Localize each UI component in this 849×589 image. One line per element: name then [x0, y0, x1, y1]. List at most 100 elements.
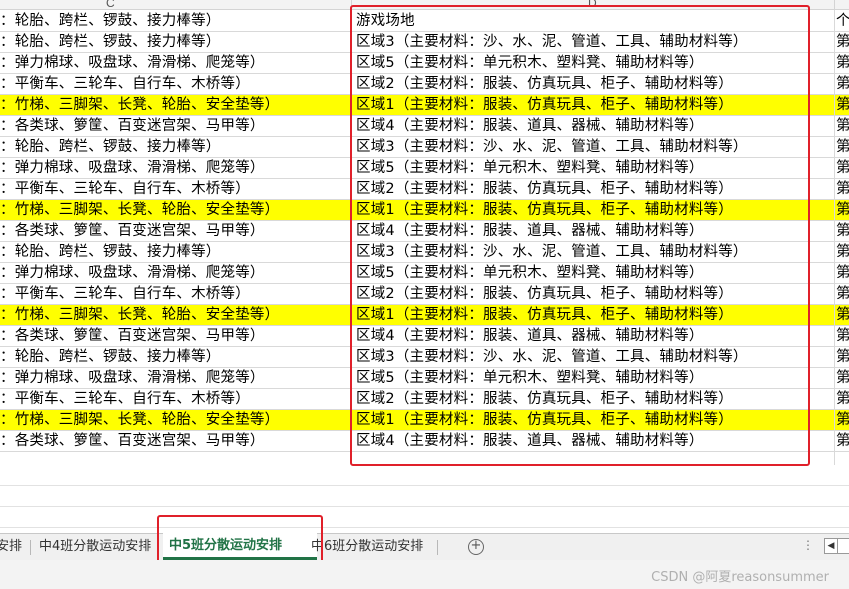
cell-c[interactable]: ：各类球、箩筐、百变迷宫架、马甲等）: [0, 431, 351, 452]
cell-c[interactable]: ：竹梯、三脚架、长凳、轮胎、安全垫等）: [0, 95, 351, 116]
table-row: ：弹力棉球、吸盘球、滑滑梯、爬笼等） 区域5（主要材料：单元积木、塑料凳、辅助材料…: [0, 368, 849, 389]
cell-c[interactable]: ：平衡车、三轮车、自行车、木桥等）: [0, 179, 351, 200]
cell-c[interactable]: ：弹力棉球、吸盘球、滑滑梯、爬笼等）: [0, 263, 351, 284]
cell-c[interactable]: ：竹梯、三脚架、长凳、轮胎、安全垫等）: [0, 305, 351, 326]
table-row: ：竹梯、三脚架、长凳、轮胎、安全垫等） 区域1（主要材料：服装、仿真玩具、柜子、辅…: [0, 305, 849, 326]
cell-e[interactable]: 第: [836, 368, 849, 389]
table-row: ：轮胎、跨栏、锣鼓、接力棒等） 区域3（主要材料：沙、水、泥、管道、工具、辅助材料…: [0, 242, 849, 263]
cell-d[interactable]: 区域2（主要材料：服装、仿真玩具、柜子、辅助材料等）: [356, 284, 834, 305]
column-letter-c[interactable]: C: [106, 0, 115, 9]
table-row: ：各类球、箩筐、百变迷宫架、马甲等） 区域4（主要材料：服装、道具、器械、辅助材料…: [0, 326, 849, 347]
empty-row[interactable]: [0, 507, 849, 528]
column-gridline: [351, 10, 352, 465]
cell-e[interactable]: 第: [836, 263, 849, 284]
sheet-tab-zhong4[interactable]: 中4班分散运动安排: [33, 534, 157, 560]
cell-c[interactable]: ：竹梯、三脚架、长凳、轮胎、安全垫等）: [0, 410, 351, 431]
table-row: ：竹梯、三脚架、长凳、轮胎、安全垫等） 区域1（主要材料：服装、仿真玩具、柜子、辅…: [0, 95, 849, 116]
cell-c[interactable]: ：弹力棉球、吸盘球、滑滑梯、爬笼等）: [0, 53, 351, 74]
cell-e[interactable]: 第: [836, 431, 849, 452]
cell-d[interactable]: 区域5（主要材料：单元积木、塑料凳、辅助材料等）: [356, 263, 834, 284]
table-row: ：平衡车、三轮车、自行车、木桥等） 区域2（主要材料：服装、仿真玩具、柜子、辅助材…: [0, 74, 849, 95]
cell-d[interactable]: 区域1（主要材料：服装、仿真玩具、柜子、辅助材料等）: [356, 95, 834, 116]
cell-c[interactable]: ：平衡车、三轮车、自行车、木桥等）: [0, 389, 351, 410]
cell-d[interactable]: 区域2（主要材料：服装、仿真玩具、柜子、辅助材料等）: [356, 179, 834, 200]
cell-e[interactable]: 第: [836, 179, 849, 200]
table-row: ：各类球、箩筐、百变迷宫架、马甲等） 区域4（主要材料：服装、道具、器械、辅助材料…: [0, 431, 849, 452]
cell-c[interactable]: ：平衡车、三轮车、自行车、木桥等）: [0, 284, 351, 305]
cell-c[interactable]: ：各类球、箩筐、百变迷宫架、马甲等）: [0, 116, 351, 137]
cell-e[interactable]: 第: [836, 53, 849, 74]
table-row: ：平衡车、三轮车、自行车、木桥等） 区域2（主要材料：服装、仿真玩具、柜子、辅助材…: [0, 284, 849, 305]
cell-c[interactable]: ：平衡车、三轮车、自行车、木桥等）: [0, 74, 351, 95]
sheet-tab-zhong6[interactable]: 中6班分散运动安排: [305, 534, 429, 560]
tab-separator: [437, 540, 438, 555]
cell-e[interactable]: 第: [836, 305, 849, 326]
cell-d[interactable]: 区域2（主要材料：服装、仿真玩具、柜子、辅助材料等）: [356, 74, 834, 95]
sheet-tab-prev[interactable]: 安排: [0, 534, 28, 560]
cell-e[interactable]: 第: [836, 32, 849, 53]
cell-d[interactable]: 游戏场地: [356, 11, 834, 32]
cell-e[interactable]: 第: [836, 158, 849, 179]
table-row: ：竹梯、三脚架、长凳、轮胎、安全垫等） 区域1（主要材料：服装、仿真玩具、柜子、辅…: [0, 410, 849, 431]
cell-e[interactable]: 第: [836, 74, 849, 95]
cell-d[interactable]: 区域3（主要材料：沙、水、泥、管道、工具、辅助材料等）: [356, 32, 834, 53]
cell-c[interactable]: ：轮胎、跨栏、锣鼓、接力棒等）: [0, 137, 351, 158]
table-row: ：平衡车、三轮车、自行车、木桥等） 区域2（主要材料：服装、仿真玩具、柜子、辅助材…: [0, 389, 849, 410]
cell-e[interactable]: 第: [836, 137, 849, 158]
column-separator[interactable]: [351, 0, 352, 9]
table-row: ：弹力棉球、吸盘球、滑滑梯、爬笼等） 区域5（主要材料：单元积木、塑料凳、辅助材料…: [0, 158, 849, 179]
cell-e[interactable]: 第: [836, 284, 849, 305]
cell-d[interactable]: 区域5（主要材料：单元积木、塑料凳、辅助材料等）: [356, 368, 834, 389]
cell-c[interactable]: ：轮胎、跨栏、锣鼓、接力棒等）: [0, 347, 351, 368]
cell-c[interactable]: ：弹力棉球、吸盘球、滑滑梯、爬笼等）: [0, 368, 351, 389]
cell-c[interactable]: ：弹力棉球、吸盘球、滑滑梯、爬笼等）: [0, 158, 351, 179]
ellipsis-icon[interactable]: ⋮: [802, 538, 815, 552]
cell-d[interactable]: 区域3（主要材料：沙、水、泥、管道、工具、辅助材料等）: [356, 242, 834, 263]
horizontal-scrollbar[interactable]: [838, 538, 849, 554]
cell-d[interactable]: 区域4（主要材料：服装、道具、器械、辅助材料等）: [356, 116, 834, 137]
cell-e[interactable]: 第: [836, 200, 849, 221]
column-separator[interactable]: [834, 0, 835, 9]
cell-e[interactable]: 个: [836, 11, 849, 32]
cell-d[interactable]: 区域3（主要材料：沙、水、泥、管道、工具、辅助材料等）: [356, 137, 834, 158]
column-header-bar: C D: [0, 0, 849, 10]
empty-row[interactable]: [0, 486, 849, 507]
cell-d[interactable]: 区域1（主要材料：服装、仿真玩具、柜子、辅助材料等）: [356, 305, 834, 326]
cell-c[interactable]: ：各类球、箩筐、百变迷宫架、马甲等）: [0, 221, 351, 242]
cell-d[interactable]: 区域4（主要材料：服装、道具、器械、辅助材料等）: [356, 431, 834, 452]
cell-d[interactable]: 区域2（主要材料：服装、仿真玩具、柜子、辅助材料等）: [356, 389, 834, 410]
tab-separator: [30, 540, 31, 555]
column-letter-d[interactable]: D: [588, 0, 597, 9]
table-row: ：平衡车、三轮车、自行车、木桥等） 区域2（主要材料：服装、仿真玩具、柜子、辅助材…: [0, 179, 849, 200]
cell-grid: ：轮胎、跨栏、锣鼓、接力棒等） 游戏场地个：轮胎、跨栏、锣鼓、接力棒等） 区域3（主…: [0, 10, 849, 465]
table-row: ：轮胎、跨栏、锣鼓、接力棒等） 区域3（主要材料：沙、水、泥、管道、工具、辅助材料…: [0, 347, 849, 368]
watermark: CSDN @阿夏reasonsummer: [651, 570, 829, 585]
cell-c[interactable]: ：轮胎、跨栏、锣鼓、接力棒等）: [0, 242, 351, 263]
cell-c[interactable]: ：竹梯、三脚架、长凳、轮胎、安全垫等）: [0, 200, 351, 221]
cell-e[interactable]: 第: [836, 347, 849, 368]
cell-e[interactable]: 第: [836, 242, 849, 263]
cell-e[interactable]: 第: [836, 410, 849, 431]
cell-d[interactable]: 区域4（主要材料：服装、道具、器械、辅助材料等）: [356, 221, 834, 242]
cell-e[interactable]: 第: [836, 221, 849, 242]
table-row: ：轮胎、跨栏、锣鼓、接力棒等） 游戏场地个: [0, 11, 849, 32]
table-row: ：轮胎、跨栏、锣鼓、接力棒等） 区域3（主要材料：沙、水、泥、管道、工具、辅助材料…: [0, 32, 849, 53]
sheet-tab-zhong5[interactable]: 中5班分散运动安排: [163, 533, 317, 560]
table-row: ：竹梯、三脚架、长凳、轮胎、安全垫等） 区域1（主要材料：服装、仿真玩具、柜子、辅…: [0, 200, 849, 221]
cell-c[interactable]: ：各类球、箩筐、百变迷宫架、马甲等）: [0, 326, 351, 347]
cell-e[interactable]: 第: [836, 389, 849, 410]
cell-d[interactable]: 区域5（主要材料：单元积木、塑料凳、辅助材料等）: [356, 158, 834, 179]
cell-d[interactable]: 区域3（主要材料：沙、水、泥、管道、工具、辅助材料等）: [356, 347, 834, 368]
cell-d[interactable]: 区域1（主要材料：服装、仿真玩具、柜子、辅助材料等）: [356, 200, 834, 221]
cell-c[interactable]: ：轮胎、跨栏、锣鼓、接力棒等）: [0, 11, 351, 32]
cell-d[interactable]: 区域1（主要材料：服装、仿真玩具、柜子、辅助材料等）: [356, 410, 834, 431]
cell-c[interactable]: ：轮胎、跨栏、锣鼓、接力棒等）: [0, 32, 351, 53]
cell-e[interactable]: 第: [836, 326, 849, 347]
triangle-left-icon[interactable]: ◀: [824, 538, 838, 554]
cell-e[interactable]: 第: [836, 95, 849, 116]
cell-d[interactable]: 区域4（主要材料：服装、道具、器械、辅助材料等）: [356, 326, 834, 347]
empty-row[interactable]: [0, 465, 849, 486]
cell-e[interactable]: 第: [836, 116, 849, 137]
cell-d[interactable]: 区域5（主要材料：单元积木、塑料凳、辅助材料等）: [356, 53, 834, 74]
plus-circle-icon[interactable]: +: [468, 539, 484, 555]
